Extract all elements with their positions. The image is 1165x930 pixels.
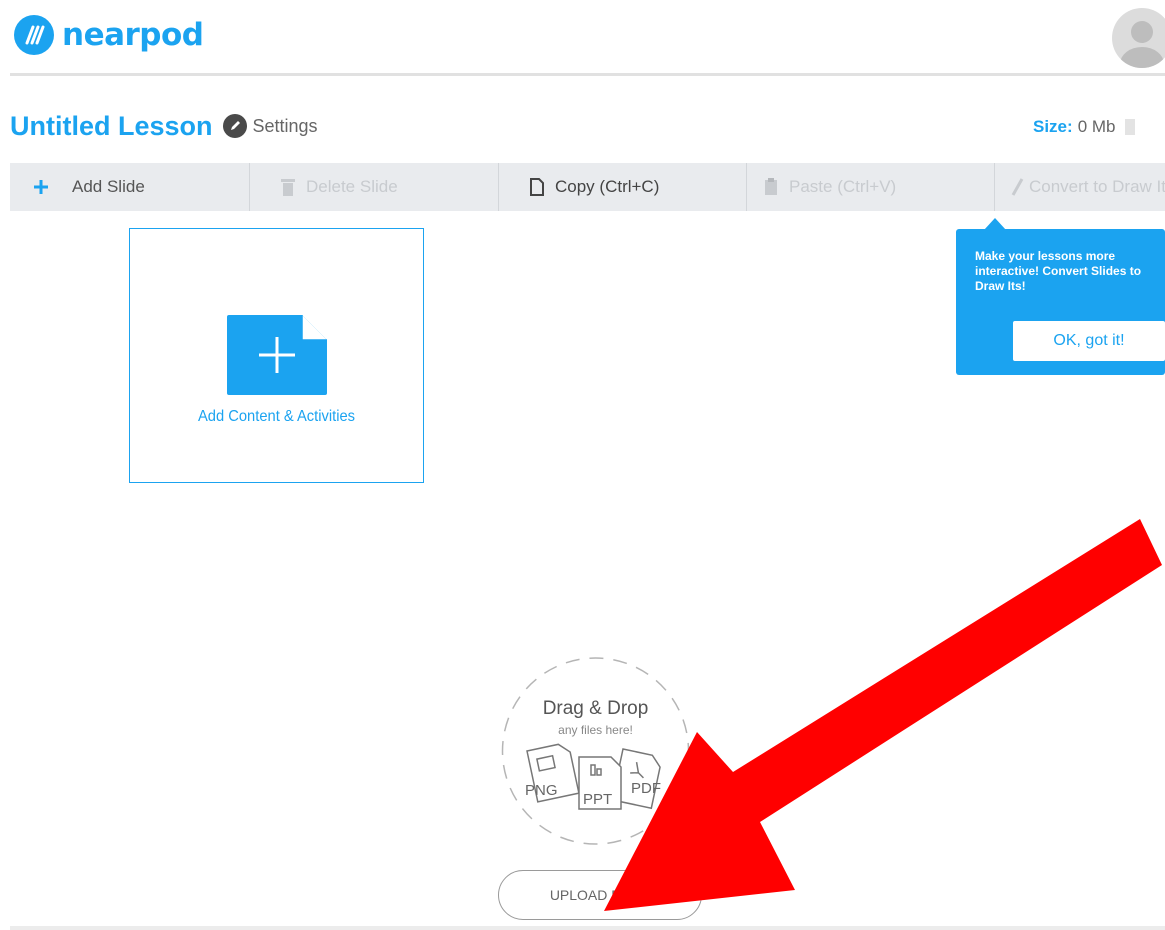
pencil-icon: [1011, 177, 1025, 197]
plus-icon: [32, 178, 50, 196]
top-bar: nearpod: [0, 0, 1165, 76]
add-slide-button[interactable]: Add Slide: [10, 163, 250, 211]
convert-label: Convert to Draw It: [1029, 177, 1165, 196]
convert-to-draw-it-button[interactable]: Convert to Draw It: [995, 163, 1165, 211]
drop-title: Drag & Drop: [542, 698, 649, 719]
paste-label: Paste (Ctrl+V): [789, 177, 897, 196]
header-divider: [10, 73, 1165, 76]
delete-slide-button[interactable]: Delete Slide: [250, 163, 499, 211]
copy-icon: [529, 177, 545, 197]
brand-name: nearpod: [62, 17, 204, 53]
lesson-title-row: Untitled Lesson Settings: [10, 108, 318, 144]
copy-label: Copy (Ctrl+C): [555, 177, 660, 196]
ok-got-it-button[interactable]: OK, got it!: [1013, 321, 1165, 361]
delete-slide-label: Delete Slide: [306, 177, 398, 196]
user-silhouette-icon: [1120, 21, 1164, 68]
pencil-icon: [222, 114, 247, 138]
slide-toolbar: Add Slide Delete Slide Copy (Ctrl+C) Pas…: [10, 163, 1165, 211]
settings-label: Settings: [252, 115, 318, 136]
user-avatar[interactable]: [1112, 8, 1165, 68]
png-label: PNG: [525, 782, 558, 799]
paste-button[interactable]: Paste (Ctrl+V): [747, 163, 995, 211]
nearpod-logo-icon: [14, 15, 54, 55]
add-slide-label: Add Slide: [72, 177, 145, 196]
lesson-size: Size: 0 Mb: [1033, 117, 1136, 137]
settings-button[interactable]: Settings: [222, 114, 318, 138]
convert-tooltip: Make your lessons more interactive! Conv…: [956, 229, 1165, 375]
add-content-label: Add Content & Activities: [197, 408, 356, 425]
size-label: Size:: [1033, 117, 1073, 136]
ppt-label: PPT: [583, 791, 612, 808]
drop-subtitle: any files here!: [558, 723, 633, 737]
paste-icon: [763, 177, 779, 197]
copy-button[interactable]: Copy (Ctrl+C): [499, 163, 747, 211]
add-content-card[interactable]: Add Content & Activities: [129, 228, 424, 483]
pdf-label: PDF: [631, 780, 661, 797]
lesson-title[interactable]: Untitled Lesson: [10, 111, 213, 142]
footer-divider: [10, 926, 1165, 930]
size-meter: [1125, 119, 1136, 135]
add-file-icon: [227, 315, 327, 395]
nearpod-logo[interactable]: nearpod: [14, 14, 204, 56]
upload-files-button[interactable]: UPLOAD FILES: [498, 870, 702, 920]
file-types-illustration: PNG PPT PDF: [525, 743, 661, 810]
trash-icon: [280, 177, 296, 197]
tooltip-message: Make your lessons more interactive! Conv…: [975, 249, 1142, 293]
size-value: 0 Mb: [1077, 117, 1116, 136]
